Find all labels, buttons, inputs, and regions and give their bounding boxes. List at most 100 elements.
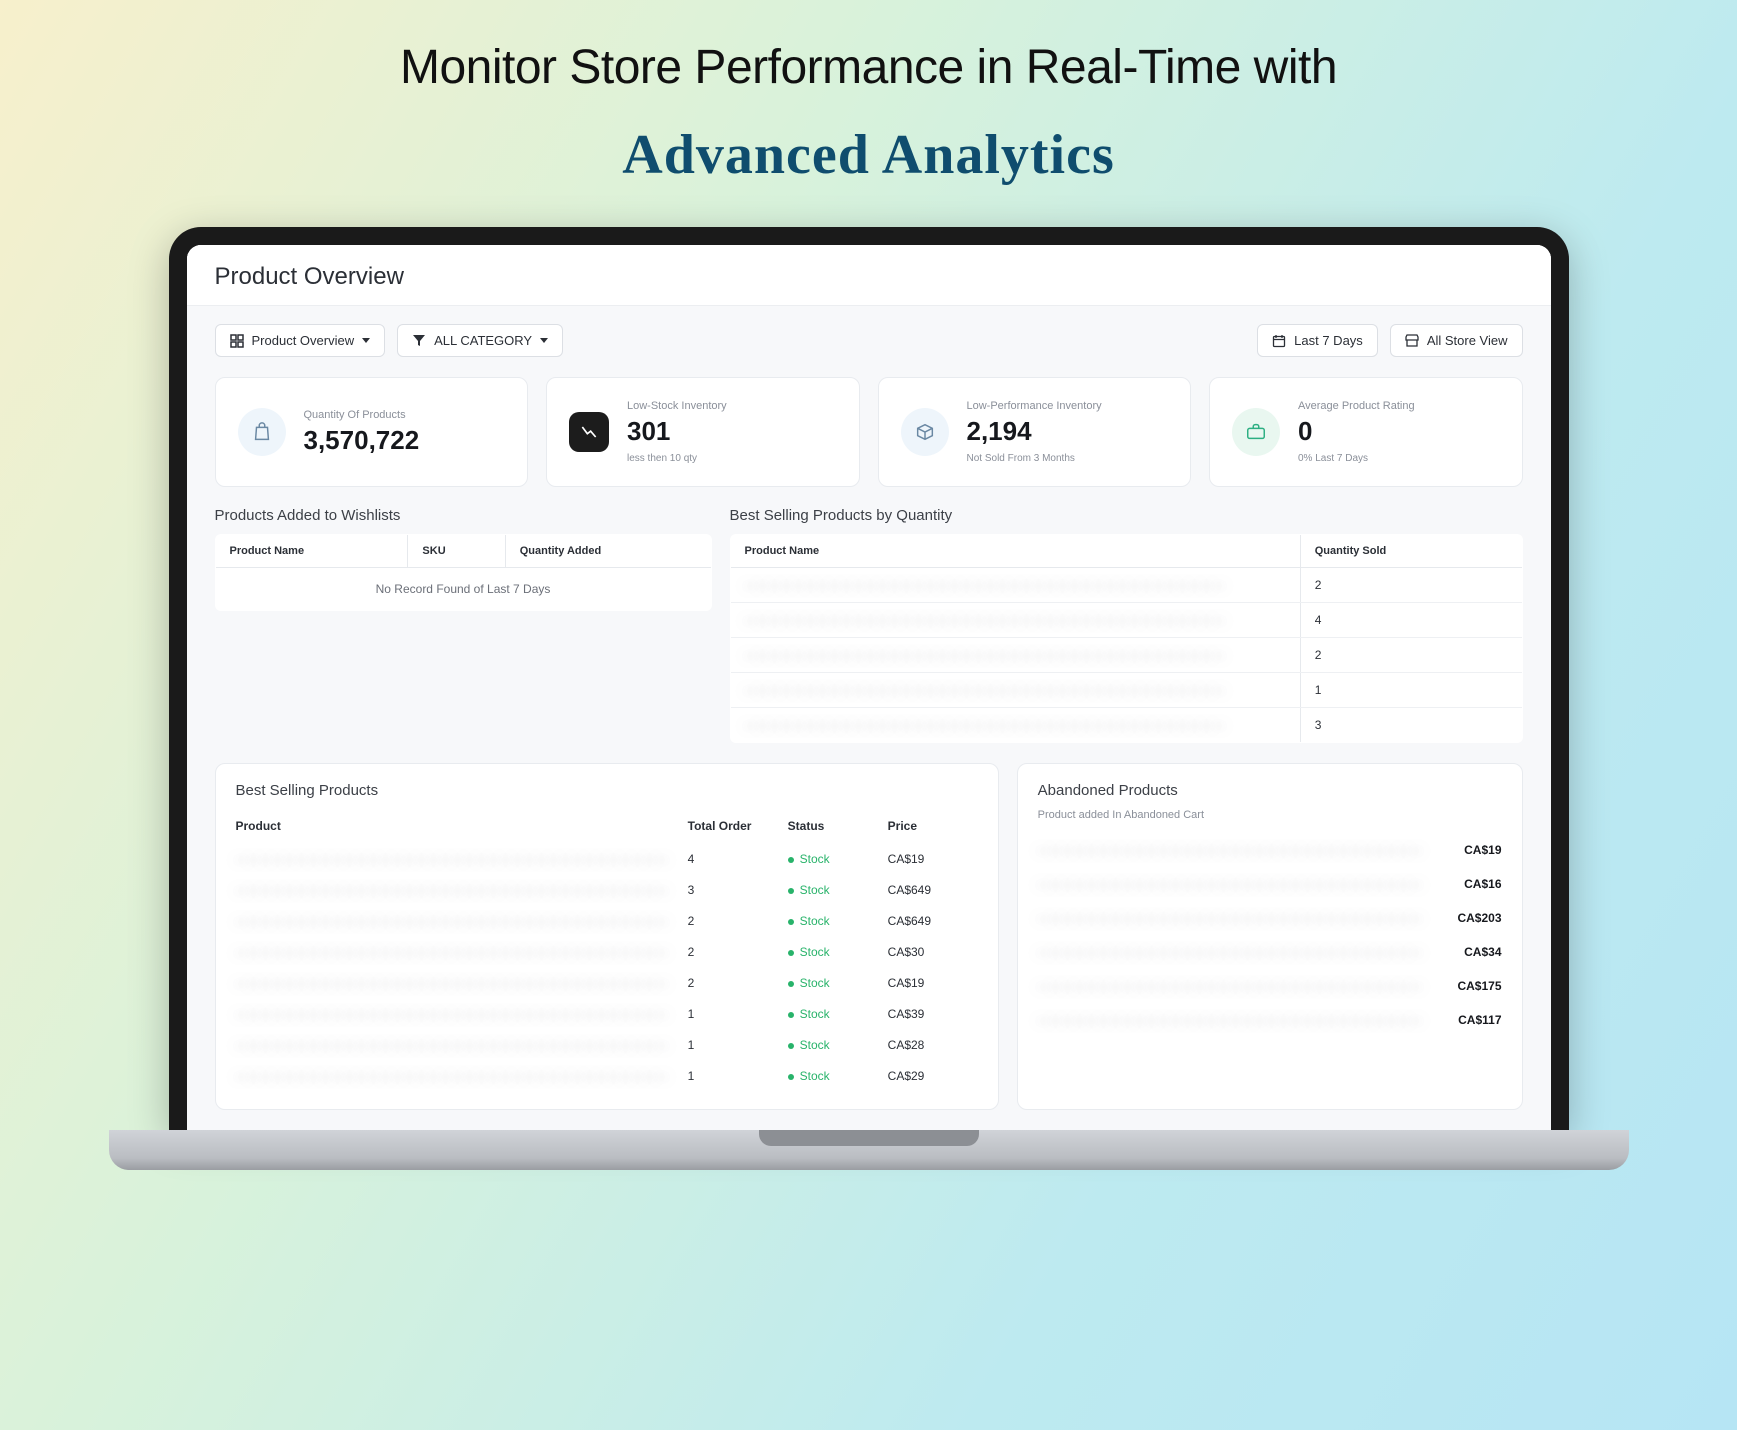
overview-dropdown[interactable]: Product Overview bbox=[215, 324, 386, 357]
cell-price: CA$28 bbox=[888, 1038, 978, 1052]
calendar-icon bbox=[1272, 334, 1286, 348]
table-row: ———————————————————————————————————— 1 S… bbox=[236, 1029, 978, 1060]
kpi-quantity-products: Quantity Of Products 3,570,722 bbox=[215, 377, 529, 487]
cell-product: ———————————————————————————————————— bbox=[236, 1069, 678, 1083]
cell-product: ———————————————————————————————————— bbox=[236, 852, 678, 866]
cell-total: 1 bbox=[688, 1007, 778, 1021]
cell-product: ———————————————————————————————— bbox=[1038, 945, 1422, 959]
caret-down-icon bbox=[362, 338, 370, 343]
cell-price: CA$175 bbox=[1457, 979, 1501, 993]
cell-product: ———————————————————————————————— bbox=[1038, 843, 1422, 857]
cell-price: CA$19 bbox=[888, 976, 978, 990]
cell-price: CA$29 bbox=[888, 1069, 978, 1083]
kpi-rating: Average Product Rating 0 0% Last 7 Days bbox=[1209, 377, 1523, 487]
cell-price: CA$34 bbox=[1464, 945, 1501, 959]
col-product: Product Name bbox=[730, 535, 1300, 568]
col-price: Price bbox=[888, 819, 978, 833]
table-row: ————————————————————————————————————————… bbox=[730, 568, 1522, 603]
cell-price: CA$39 bbox=[888, 1007, 978, 1021]
cell-product: ———————————————————————————————— bbox=[1038, 1013, 1422, 1027]
cell-status: Stock bbox=[788, 1069, 878, 1083]
table-row: ————————————————————————————————————————… bbox=[730, 708, 1522, 743]
box-icon bbox=[901, 408, 949, 456]
kpi-sub: Not Sold From 3 Months bbox=[967, 453, 1102, 464]
kpi-low-performance: Low-Performance Inventory 2,194 Not Sold… bbox=[878, 377, 1192, 487]
table-row: ———————————————————————————————————— 2 S… bbox=[236, 967, 978, 998]
list-item: ———————————————————————————————— CA$16 bbox=[1038, 867, 1502, 901]
category-label: ALL CATEGORY bbox=[434, 333, 532, 348]
cell-status: Stock bbox=[788, 976, 878, 990]
daterange-picker[interactable]: Last 7 Days bbox=[1257, 324, 1378, 357]
table-row: ———————————————————————————————————— 1 S… bbox=[236, 998, 978, 1029]
cell-status: Stock bbox=[788, 1038, 878, 1052]
cell-price: CA$649 bbox=[888, 883, 978, 897]
kpi-sub: less then 10 qty bbox=[627, 453, 727, 464]
cell-product: ———————————————————————————————— bbox=[1038, 911, 1422, 925]
cell-product: ———————————————————————————————————————— bbox=[730, 603, 1300, 638]
laptop-notch bbox=[759, 1130, 979, 1146]
cell-status: Stock bbox=[788, 852, 878, 866]
panel-title: Products Added to Wishlists bbox=[215, 507, 712, 524]
list-item: ———————————————————————————————— CA$203 bbox=[1038, 901, 1502, 935]
cell-price: CA$16 bbox=[1464, 877, 1501, 891]
kpi-sub: 0% Last 7 Days bbox=[1298, 453, 1415, 464]
laptop-base bbox=[109, 1130, 1629, 1170]
table-row: ————————————————————————————————————————… bbox=[730, 603, 1522, 638]
cell-product: ———————————————————————————————————————— bbox=[730, 568, 1300, 603]
kpi-label: Low-Stock Inventory bbox=[627, 400, 727, 412]
cell-product: ———————————————————————————————————————— bbox=[730, 638, 1300, 673]
best-qty-panel: Best Selling Products by Quantity Produc… bbox=[730, 507, 1523, 743]
grid-icon bbox=[230, 334, 244, 348]
abandoned-panel: Abandoned Products Product added In Aban… bbox=[1017, 763, 1523, 1110]
kpi-label: Quantity Of Products bbox=[304, 409, 420, 421]
cell-total: 1 bbox=[688, 1069, 778, 1083]
cell-price: CA$117 bbox=[1458, 1013, 1501, 1027]
cell-total: 2 bbox=[688, 914, 778, 928]
cell-total: 3 bbox=[688, 883, 778, 897]
briefcase-icon bbox=[1232, 408, 1280, 456]
cell-product: ———————————————————————————————————— bbox=[236, 1038, 678, 1052]
cell-qty: 3 bbox=[1300, 708, 1522, 743]
kpi-value: 2,194 bbox=[967, 416, 1102, 447]
cell-status: Stock bbox=[788, 945, 878, 959]
cell-product: ———————————————————————————————————————— bbox=[730, 673, 1300, 708]
cell-price: CA$19 bbox=[1464, 843, 1501, 857]
kpi-value: 301 bbox=[627, 416, 727, 447]
hero-line2: Advanced Analytics bbox=[20, 123, 1717, 187]
daterange-label: Last 7 Days bbox=[1294, 333, 1363, 348]
col-total: Total Order bbox=[688, 819, 778, 833]
cell-qty: 2 bbox=[1300, 638, 1522, 673]
bag-icon bbox=[238, 408, 286, 456]
store-icon bbox=[1405, 334, 1419, 348]
overview-label: Product Overview bbox=[252, 333, 355, 348]
funnel-icon bbox=[412, 334, 426, 348]
cell-product: ———————————————————————————————— bbox=[1038, 979, 1422, 993]
kpi-value: 0 bbox=[1298, 416, 1415, 447]
col-status: Status bbox=[788, 819, 878, 833]
list-item: ———————————————————————————————— CA$117 bbox=[1038, 1003, 1502, 1037]
list-item: ———————————————————————————————— CA$19 bbox=[1038, 833, 1502, 867]
toolbar: Product Overview ALL CATEGORY Last 7 Day… bbox=[187, 306, 1551, 367]
wishlist-panel: Products Added to Wishlists Product Name… bbox=[215, 507, 712, 743]
cell-product: ———————————————————————————————————— bbox=[236, 883, 678, 897]
empty-message: No Record Found of Last 7 Days bbox=[215, 568, 711, 611]
cell-total: 4 bbox=[688, 852, 778, 866]
cell-price: CA$30 bbox=[888, 945, 978, 959]
cell-product: ———————————————————————————————————— bbox=[236, 945, 678, 959]
col-sku: SKU bbox=[408, 535, 505, 568]
cell-qty: 2 bbox=[1300, 568, 1522, 603]
table-row: ———————————————————————————————————— 2 S… bbox=[236, 936, 978, 967]
table-row: ————————————————————————————————————————… bbox=[730, 638, 1522, 673]
page-title: Product Overview bbox=[215, 263, 1523, 291]
cell-product: ———————————————————————————————————— bbox=[236, 976, 678, 990]
panel-title: Best Selling Products by Quantity bbox=[730, 507, 1523, 524]
cell-product: ———————————————————————————————————————— bbox=[730, 708, 1300, 743]
table-row: ———————————————————————————————————— 4 S… bbox=[236, 843, 978, 874]
storeview-picker[interactable]: All Store View bbox=[1390, 324, 1523, 357]
panel-subtitle: Product added In Abandoned Cart bbox=[1038, 809, 1502, 821]
kpi-low-stock: Low-Stock Inventory 301 less then 10 qty bbox=[546, 377, 860, 487]
table-row: ———————————————————————————————————— 3 S… bbox=[236, 874, 978, 905]
hero-line1: Monitor Store Performance in Real-Time w… bbox=[20, 40, 1717, 95]
col-qty: Quantity Added bbox=[505, 535, 711, 568]
category-filter[interactable]: ALL CATEGORY bbox=[397, 324, 563, 357]
